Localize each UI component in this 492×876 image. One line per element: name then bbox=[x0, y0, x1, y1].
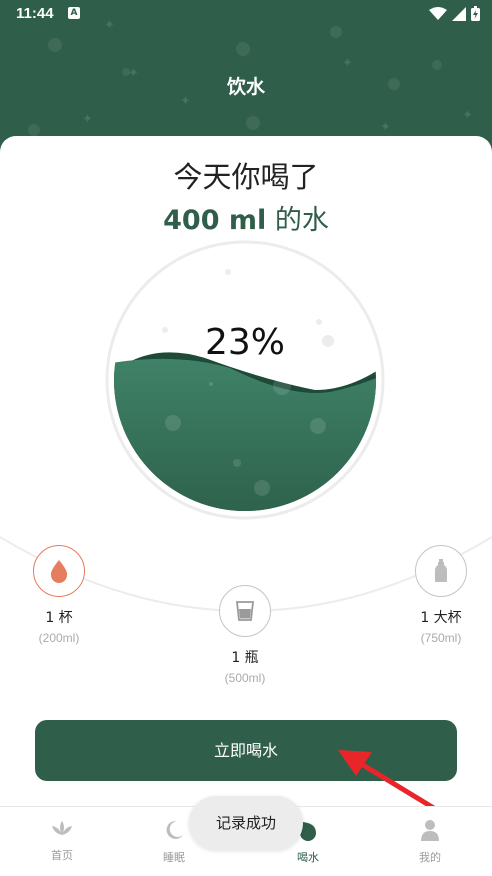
cup-option-large-circle[interactable] bbox=[415, 545, 467, 597]
cup-option-bottle[interactable]: 1 瓶 (500ml) bbox=[205, 585, 285, 685]
cup-option-bottle-circle[interactable] bbox=[219, 585, 271, 637]
cup-option-large-label: 1 大杯 bbox=[420, 610, 462, 626]
glass-icon bbox=[235, 601, 255, 621]
tab-profile[interactable]: 我的 bbox=[390, 819, 470, 865]
notification-badge: A bbox=[68, 7, 80, 19]
cup-option-bottle-volume: (500ml) bbox=[224, 671, 266, 685]
moon-icon bbox=[166, 820, 183, 839]
water-gauge bbox=[105, 240, 385, 520]
tab-profile-label: 我的 bbox=[419, 851, 441, 864]
cup-option-bottle-label: 1 瓶 bbox=[231, 650, 259, 666]
amount-value: 400 ml bbox=[163, 205, 267, 236]
cup-option-small-volume: (200ml) bbox=[38, 631, 80, 645]
amount-suffix: 的水 bbox=[266, 205, 329, 236]
wifi-icon bbox=[429, 6, 447, 20]
status-bar: 11:44 A bbox=[0, 0, 492, 28]
today-headline: 今天你喝了 bbox=[173, 160, 319, 194]
tab-home-label: 首页 bbox=[51, 849, 73, 862]
percent-label: 23% bbox=[204, 322, 285, 363]
cup-option-small[interactable]: 1 杯 (200ml) bbox=[19, 545, 99, 645]
tab-water-label: 喝水 bbox=[297, 851, 319, 864]
signal-icon bbox=[452, 6, 466, 21]
cup-option-small-label: 1 杯 bbox=[45, 610, 73, 626]
user-icon bbox=[421, 820, 439, 841]
cup-option-small-circle[interactable] bbox=[33, 545, 85, 597]
water-amount: 400 ml 的水 bbox=[0, 198, 492, 237]
cup-option-large-volume: (750ml) bbox=[420, 631, 462, 645]
toast-message: 记录成功 bbox=[189, 796, 303, 850]
tab-home[interactable]: 首页 bbox=[22, 819, 102, 863]
cup-option-large[interactable]: 1 大杯 (750ml) bbox=[401, 545, 481, 645]
tab-sleep-label: 睡眠 bbox=[163, 851, 185, 864]
page-title: 饮水 bbox=[226, 76, 265, 98]
bottle-icon bbox=[435, 559, 447, 582]
lotus-icon bbox=[52, 821, 72, 835]
status-time: 11:44 bbox=[16, 5, 54, 22]
battery-icon bbox=[471, 6, 480, 21]
water-drop-icon bbox=[50, 560, 68, 583]
